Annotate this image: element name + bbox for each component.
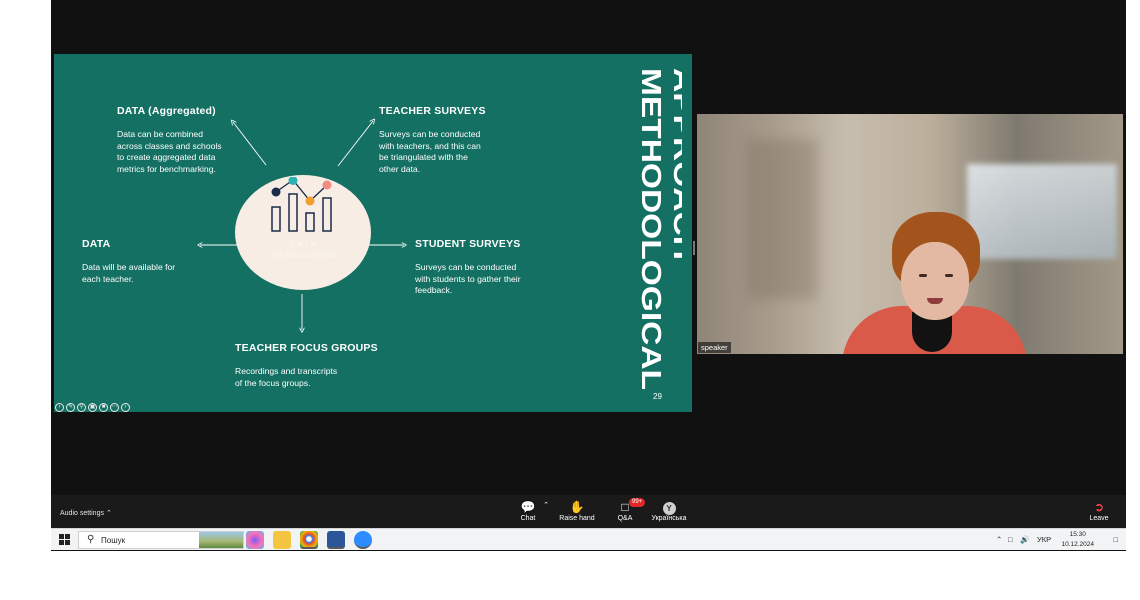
block-data: DATA Data will be available for each tea… xyxy=(82,238,175,285)
body-line: to create aggregated data xyxy=(117,152,216,162)
next-slide-icon[interactable]: › xyxy=(121,403,130,412)
center-ghost-line2: TRIANGULATION xyxy=(270,251,336,260)
chrome-icon[interactable] xyxy=(300,531,318,549)
taskbar-search-box[interactable]: ⚲ Пошук xyxy=(78,531,244,549)
background-shelf xyxy=(747,139,817,299)
block-teacher-focus-groups: TEACHER FOCUS GROUPS Recordings and tran… xyxy=(235,342,378,389)
notifications-icon[interactable]: □ xyxy=(1113,535,1118,544)
body-line: metrics for benchmarking. xyxy=(117,163,216,174)
slide-title: METHODOLOGICAL APPROACH xyxy=(602,68,692,398)
chevron-up-icon: ⌃ xyxy=(105,510,112,517)
body-line: Data can be combined xyxy=(117,129,203,139)
clock-date: 10.12.2024 xyxy=(1061,541,1094,548)
search-icon: ⚲ xyxy=(87,534,95,545)
hand-icon: ✋ xyxy=(569,500,585,514)
chat-options-chevron[interactable]: ⌃ xyxy=(541,501,551,509)
block-student-surveys: STUDENT SURVEYS Surveys can be conducted… xyxy=(415,238,521,297)
body-line: Surveys can be conducted xyxy=(379,129,481,139)
block-teacher-surveys: TEACHER SURVEYS Surveys can be conducted… xyxy=(379,105,486,175)
center-circle: D A T A TRIANGULATION xyxy=(235,175,371,290)
chevron-up-icon[interactable]: ⌃ xyxy=(996,535,1002,544)
speaker-eye xyxy=(919,274,927,277)
qa-button[interactable]: □ 99+ Q&A xyxy=(614,498,646,522)
pen-icon[interactable]: ✎ xyxy=(66,403,75,412)
raise-hand-button[interactable]: ✋ Raise hand xyxy=(557,499,597,522)
windows-taskbar: ⚲ Пошук ⌃ □ 🔊 УКР 15:30 10.12.2024 □ xyxy=(51,528,1126,550)
leave-button[interactable]: ➲ Leave xyxy=(1087,499,1111,522)
block-data-aggregated: DATA (Aggregated) Data can be combined a… xyxy=(117,105,222,175)
input-language[interactable]: УКР xyxy=(1037,535,1051,544)
slide-title-line2: APPROACH xyxy=(668,68,682,260)
subtitles-icon[interactable]: ▣ xyxy=(88,403,97,412)
body-line: with teachers, and this can xyxy=(379,140,481,151)
clock-time: 15:30 xyxy=(1069,531,1086,538)
system-tray: ⌃ □ 🔊 УКР 15:30 10.12.2024 □ xyxy=(996,529,1126,551)
leave-icon: ➲ xyxy=(1093,500,1105,514)
qa-count-badge: 99+ xyxy=(629,498,646,507)
leave-label: Leave xyxy=(1089,515,1109,522)
language-label: Українська xyxy=(651,515,687,522)
block-body: Surveys can be conducted with teachers, … xyxy=(379,129,486,175)
volume-icon[interactable]: 🔊 xyxy=(1020,535,1029,544)
shared-slide: D A T A TRIANGULATION DATA (Aggregated) … xyxy=(54,54,692,412)
copilot-icon[interactable] xyxy=(246,531,264,549)
body-line: Data will be available for xyxy=(82,262,176,272)
language-button[interactable]: Y Українська xyxy=(648,499,690,522)
camera-icon[interactable]: ■ xyxy=(99,403,108,412)
meeting-toolbar: Audio settings ⌃ 💬 Chat ⌃ ✋ Raise hand □… xyxy=(51,495,1126,528)
file-explorer-icon[interactable] xyxy=(273,531,291,549)
body-line: each teacher. xyxy=(82,273,134,284)
bar-chart-icon xyxy=(271,177,332,232)
body-line: across classes and schools xyxy=(117,140,222,151)
block-title: TEACHER SURVEYS xyxy=(379,105,486,117)
body-line: be triangulated with the xyxy=(379,152,468,162)
center-ghost-text: D A T A TRIANGULATION xyxy=(235,239,371,261)
slide-title-line1: METHODOLOGICAL xyxy=(636,68,667,390)
body-line: other data. xyxy=(379,163,421,174)
block-title: TEACHER FOCUS GROUPS xyxy=(235,342,378,354)
meeting-window: D A T A TRIANGULATION DATA (Aggregated) … xyxy=(51,0,1126,551)
body-line: of the focus groups. xyxy=(235,377,311,388)
body-line: Surveys can be conducted xyxy=(415,262,517,272)
body-line: with students to gather their xyxy=(415,273,521,284)
body-line: feedback. xyxy=(415,285,453,295)
block-title: DATA (Aggregated) xyxy=(117,105,216,117)
previous-slide-icon[interactable]: ‹ xyxy=(55,403,64,412)
search-placeholder: Пошук xyxy=(101,536,126,545)
more-icon[interactable]: ⋯ xyxy=(110,403,119,412)
body-line: Recordings and transcripts xyxy=(235,366,338,376)
chat-label: Chat xyxy=(520,515,536,522)
network-icon[interactable]: □ xyxy=(1008,535,1013,544)
background-window xyxy=(967,164,1117,259)
block-title: DATA xyxy=(82,238,111,250)
block-body: Data will be available for each teacher. xyxy=(82,262,175,285)
block-body: Data can be combined across classes and … xyxy=(117,129,222,175)
qa-label: Q&A xyxy=(617,515,633,522)
windows-start-icon[interactable] xyxy=(59,534,70,545)
raise-hand-label: Raise hand xyxy=(559,515,595,522)
chat-icon: 💬 xyxy=(520,500,536,514)
chat-button[interactable]: 💬 Chat xyxy=(516,499,540,522)
slide-page-number: 29 xyxy=(653,392,662,401)
clock[interactable]: 15:30 10.12.2024 xyxy=(1061,530,1094,550)
audio-settings-button[interactable]: Audio settings ⌃ xyxy=(60,509,112,517)
speaker-face xyxy=(901,242,969,320)
audio-settings-label: Audio settings xyxy=(60,510,104,517)
block-body: Recordings and transcripts of the focus … xyxy=(235,366,378,389)
chevron-up-icon: ⌃ xyxy=(543,502,549,509)
block-title: STUDENT SURVEYS xyxy=(415,238,521,250)
video-tile[interactable]: speaker xyxy=(697,114,1123,354)
search-highlight-image xyxy=(199,532,243,548)
block-body: Surveys can be conducted with students t… xyxy=(415,262,521,297)
split-divider-handle[interactable] xyxy=(693,241,695,255)
language-avatar: Y xyxy=(662,502,676,515)
zoom-icon[interactable] xyxy=(354,531,372,549)
word-icon[interactable] xyxy=(327,531,345,549)
slide-controls: ‹ ✎ ⚲ ▣ ■ ⋯ › xyxy=(55,403,130,412)
participant-name-label: speaker xyxy=(698,342,731,353)
speaker-eye xyxy=(945,274,953,277)
center-ghost-line1: D A T A xyxy=(289,240,317,249)
zoom-icon[interactable]: ⚲ xyxy=(77,403,86,412)
